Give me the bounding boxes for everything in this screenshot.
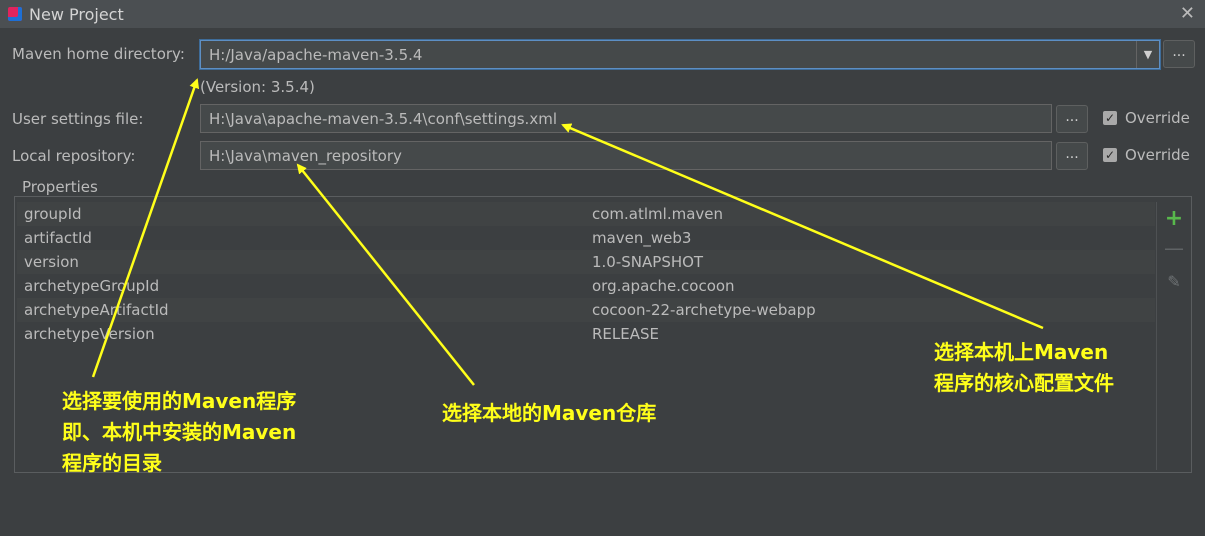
annotation-local-repo: 选择本地的Maven仓库 (442, 398, 656, 429)
annotation-line: 选择要使用的Maven程序 (62, 389, 297, 413)
annotation-line: 选择本机上Maven (934, 340, 1109, 364)
arrow-to-settings-file (561, 123, 1044, 330)
annotation-line: 即、本机中安装的Maven (62, 420, 297, 444)
annotation-line: 选择本地的Maven仓库 (442, 401, 657, 425)
annotation-settings-file: 选择本机上Maven 程序的核心配置文件 (934, 337, 1114, 399)
annotation-line: 程序的核心配置文件 (934, 371, 1114, 395)
annotation-maven-program: 选择要使用的Maven程序 即、本机中安装的Maven 程序的目录 (62, 386, 296, 479)
annotation-line: 程序的目录 (62, 451, 162, 475)
arrow-to-local-repo (296, 163, 475, 386)
arrow-to-maven-home (91, 78, 200, 378)
